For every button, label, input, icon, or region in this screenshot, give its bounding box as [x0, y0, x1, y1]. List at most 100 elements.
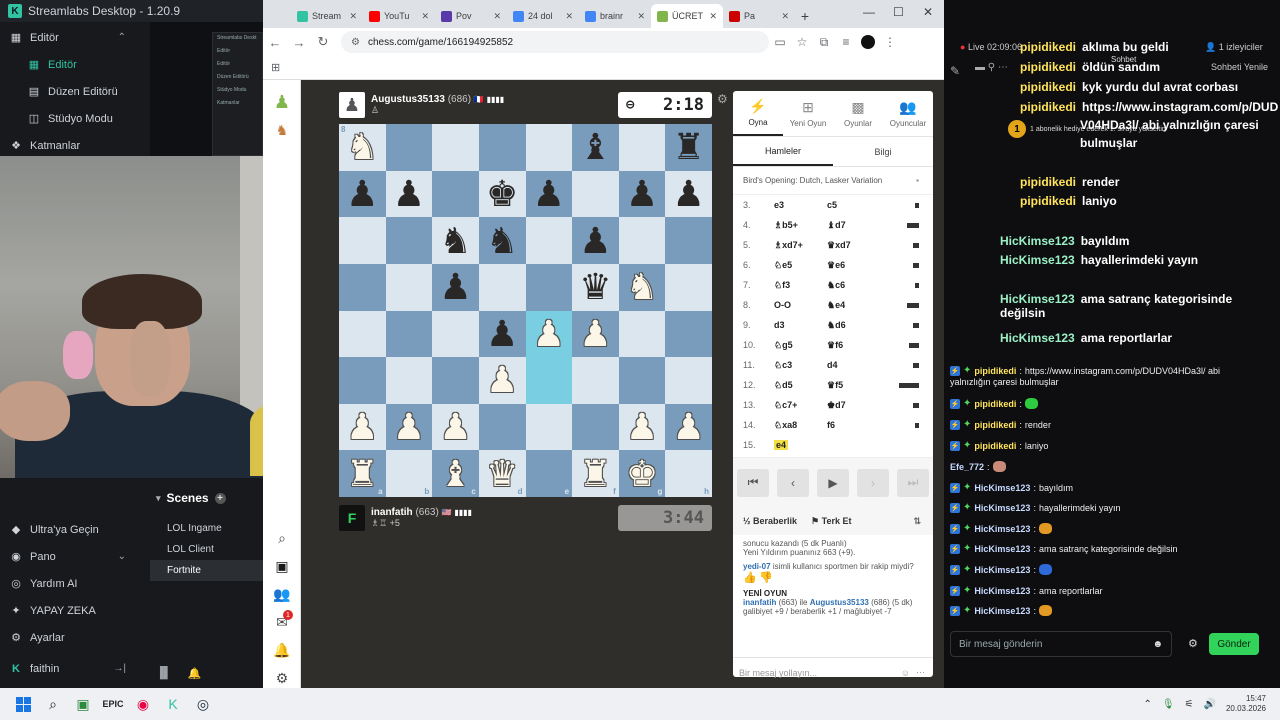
board-square[interactable] [478, 263, 526, 311]
chat-username[interactable]: pipidikedi [1020, 40, 1076, 54]
white-pawn-piece[interactable]: ♟ [626, 409, 658, 445]
white-pawn-piece[interactable]: ♟ [533, 315, 565, 352]
friends-icon[interactable]: 👥 [263, 580, 301, 608]
white-pawn-piece[interactable]: ♟ [673, 409, 705, 445]
play-icon[interactable]: ♞ [263, 116, 301, 144]
last-move-button[interactable]: ⏭ [897, 468, 929, 497]
thumbs-down-icon[interactable]: 👎 [759, 572, 773, 584]
board-square[interactable]: ♟ [385, 403, 433, 451]
board-square[interactable] [665, 357, 712, 404]
game-chat-input[interactable]: Bir mesaj yollayın... ☺ ⋯ [733, 657, 933, 687]
chevron-down-icon[interactable]: ⌄ [118, 551, 126, 562]
board-square[interactable] [618, 357, 666, 404]
apps-icon[interactable]: ⊞ [271, 61, 280, 74]
white-move[interactable]: ♘f3 [761, 280, 827, 291]
board-square[interactable]: ♝ c [432, 450, 479, 497]
black-pawn-piece[interactable]: ♟ [486, 315, 518, 352]
board-square[interactable]: ♜ f [572, 450, 619, 497]
menu-icon[interactable]: ⋮ [879, 35, 901, 49]
site-info-icon[interactable]: ⚙ [351, 37, 360, 48]
chat-username[interactable]: HicKimse123 [974, 524, 1030, 534]
scene-item[interactable]: LOL Client [150, 539, 263, 560]
board-square[interactable] [385, 310, 433, 358]
board-square[interactable]: ♟ [525, 170, 573, 218]
tab-close-icon[interactable]: ✕ [781, 11, 789, 22]
white-move[interactable]: e4 [761, 440, 827, 450]
profile-avatar[interactable] [861, 35, 875, 49]
board-square[interactable] [385, 263, 433, 311]
board-square[interactable] [572, 357, 619, 404]
board-square[interactable] [618, 310, 666, 358]
chat-username[interactable]: HicKimse123 [974, 483, 1030, 493]
board-square[interactable] [618, 124, 666, 171]
board-square[interactable]: ♟ [432, 403, 479, 451]
white-queen-piece[interactable]: ♛ [486, 455, 518, 492]
chat-username[interactable]: pipidikedi [1020, 60, 1076, 74]
steam-icon[interactable]: ◎ [190, 692, 216, 716]
board-square[interactable]: ♞ [432, 217, 479, 264]
bookmark-star-icon[interactable]: ☆ [791, 35, 813, 49]
top-player-avatar[interactable]: ♟ [339, 92, 365, 118]
board-square[interactable] [478, 124, 526, 171]
board-square[interactable] [665, 263, 712, 311]
board-square[interactable] [572, 403, 619, 451]
chat-username[interactable]: pipidikedi [974, 399, 1016, 409]
white-move[interactable]: ♘c7+ [761, 400, 827, 411]
white-move[interactable]: d3 [761, 320, 827, 330]
notifications-icon[interactable]: 🔔 [263, 636, 301, 664]
black-pawn-piece[interactable]: ♟ [673, 175, 705, 212]
taskbar-app-icon[interactable]: ▣ [70, 692, 96, 716]
board-square[interactable]: ♞ [618, 263, 666, 311]
messages-icon[interactable]: ✉ 1 [263, 608, 301, 636]
volume-icon[interactable]: 🔊 [1204, 699, 1216, 710]
sidebar-item-katmanlar[interactable]: ❖ Katmanlar [0, 132, 150, 159]
forward-icon[interactable]: → [287, 35, 311, 50]
black-pawn-piece[interactable]: ♟ [579, 222, 611, 259]
chat-username[interactable]: HicKimse123 [974, 606, 1030, 616]
scene-item[interactable]: Fortnite [150, 560, 263, 581]
draw-button[interactable]: ½ Beraberlik [743, 516, 797, 526]
side-tab[interactable]: 👥 Oyuncular [883, 91, 933, 136]
bottom-player-avatar[interactable]: F [339, 505, 365, 531]
white-move[interactable]: O-O [761, 300, 827, 310]
tab-moves[interactable]: Hamleler [733, 137, 833, 166]
board-square[interactable]: ♜ a [339, 450, 386, 497]
white-rook-piece[interactable]: ♜ [579, 455, 611, 492]
scene-item[interactable]: LOL Ingame [150, 518, 263, 539]
browser-tab[interactable]: Pa ✕ [723, 4, 795, 28]
tab-close-icon[interactable]: ✕ [709, 11, 717, 22]
white-rook-piece[interactable]: ♜ [346, 455, 378, 492]
white-pawn-piece[interactable]: ♟ [486, 362, 518, 398]
profile-icon[interactable]: ▣ [263, 552, 301, 580]
white-pawn-piece[interactable]: ♟ [439, 409, 471, 445]
sidebar-item-ultra-ya-ge-in[interactable]: ◆ Ultra'ya Geçin [0, 516, 150, 543]
reload-icon[interactable]: ↻ [311, 34, 335, 50]
board-square[interactable]: ♟ [432, 263, 479, 311]
board-square[interactable]: b [385, 450, 433, 497]
board-square[interactable]: ♞ [478, 217, 526, 264]
board-square[interactable] [339, 263, 386, 311]
add-scene-icon[interactable]: + [214, 492, 226, 504]
black-move[interactable]: ♝d7 [827, 220, 887, 231]
board-square[interactable] [432, 357, 479, 404]
white-move[interactable]: ♘c3 [761, 360, 827, 371]
back-icon[interactable]: ← [263, 35, 287, 50]
board-square[interactable]: ♟ [478, 357, 526, 404]
board-square[interactable] [432, 170, 479, 218]
black-move[interactable]: ♛f6 [827, 340, 887, 351]
sidebar-item-edit-r[interactable]: ▦ Editör ⌃ [0, 24, 150, 51]
tab-close-icon[interactable]: ✕ [493, 11, 501, 22]
board-square[interactable] [432, 124, 479, 171]
chat-settings-icon[interactable]: ▬ ⚲ ⋯ [975, 62, 1008, 73]
white-king-piece[interactable]: ♚ [626, 455, 658, 492]
browser-tab[interactable]: YouTu ✕ [363, 4, 435, 28]
board-square[interactable]: h [665, 450, 712, 497]
minimize-icon[interactable]: — [863, 5, 875, 19]
side-tab[interactable]: ▩ Oyunlar [833, 91, 883, 136]
browser-tab[interactable]: brainr ✕ [579, 4, 651, 28]
board-square[interactable]: ♟ [385, 170, 433, 218]
chat-username[interactable]: pipidikedi [974, 366, 1016, 376]
black-move[interactable]: f6 [827, 420, 887, 430]
board-square[interactable] [665, 310, 712, 358]
black-knight-piece[interactable]: ♞ [439, 222, 471, 259]
